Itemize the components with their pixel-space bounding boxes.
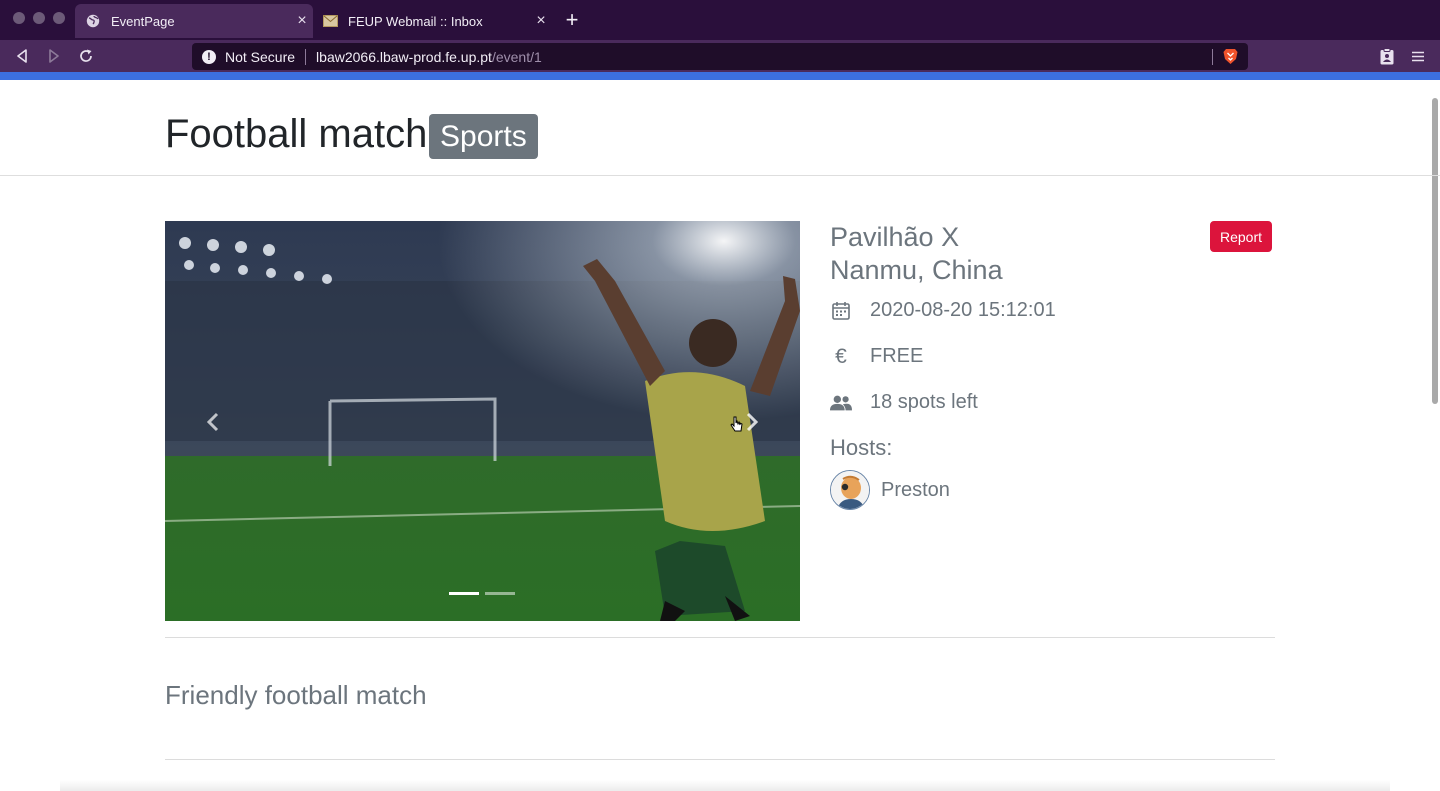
calendar-icon <box>830 300 852 322</box>
tab-title: EventPage <box>111 13 175 29</box>
carousel-indicators <box>449 592 515 595</box>
url-path[interactable]: /event/1 <box>492 49 542 65</box>
report-button[interactable]: Report <box>1210 221 1272 252</box>
address-bar[interactable]: ! Not Secure lbaw2066.lbaw-prod.fe.up.pt… <box>192 43 1248 70</box>
window-minimize-dot[interactable] <box>33 12 45 24</box>
venue-name: Pavilhão X <box>830 222 960 252</box>
footer-shadow <box>60 780 1390 791</box>
page-title: Football match <box>165 112 428 156</box>
back-icon[interactable] <box>11 45 33 67</box>
mail-icon <box>322 13 338 29</box>
event-photo <box>165 221 800 621</box>
browser-tab-bar: EventPage × FEUP Webmail :: Inbox × + <box>0 0 1440 40</box>
window-close-dot[interactable] <box>13 12 25 24</box>
carousel-indicator[interactable] <box>449 592 479 595</box>
close-icon[interactable]: × <box>291 12 313 30</box>
divider <box>165 759 1275 760</box>
tab-title: FEUP Webmail :: Inbox <box>348 13 483 29</box>
carousel-indicator[interactable] <box>485 592 515 595</box>
event-header: Football match Sports <box>0 80 1440 176</box>
event-datetime: 2020-08-20 15:12:01 <box>870 299 1056 321</box>
divider <box>165 637 1275 638</box>
event-date-row: 2020-08-20 15:12:01 <box>830 299 1056 322</box>
security-label[interactable]: Not Secure <box>225 49 295 65</box>
event-description: Friendly football match <box>165 680 427 710</box>
mouse-cursor-icon <box>730 416 743 432</box>
event-page: Football match Sports Pavilhão X Nanmu, … <box>0 80 1440 791</box>
hosts-label: Hosts: <box>830 435 893 460</box>
venue-location: Nanmu, China <box>830 255 1003 285</box>
tab-eventpage[interactable]: EventPage × <box>75 4 313 38</box>
users-icon <box>830 392 852 414</box>
new-tab-button[interactable]: + <box>560 8 584 32</box>
event-image-carousel[interactable] <box>165 221 800 621</box>
category-badge: Sports <box>429 114 538 159</box>
url-host[interactable]: lbaw2066.lbaw-prod.fe.up.pt <box>316 49 492 65</box>
reload-icon[interactable] <box>75 45 97 67</box>
wallet-icon[interactable] <box>1376 45 1398 67</box>
info-icon[interactable]: ! <box>202 49 216 64</box>
browser-toolbar: ! Not Secure lbaw2066.lbaw-prod.fe.up.pt… <box>0 40 1440 72</box>
carousel-prev-icon[interactable] <box>198 407 228 437</box>
close-icon[interactable]: × <box>530 12 552 30</box>
forward-icon[interactable] <box>43 45 65 67</box>
event-price: FREE <box>870 345 924 367</box>
brave-shield-icon[interactable] <box>1222 48 1239 65</box>
event-details: Pavilhão X Nanmu, China Report 2020-08-2… <box>830 221 1275 510</box>
host-name[interactable]: Preston <box>881 479 950 502</box>
host-item[interactable]: Preston <box>830 470 950 510</box>
spots-left: 18 spots left <box>870 391 978 413</box>
page-load-bar <box>0 72 1440 80</box>
euro-icon: € <box>835 344 847 368</box>
globe-icon <box>85 13 101 29</box>
window-zoom-dot[interactable] <box>53 12 65 24</box>
separator <box>305 48 307 65</box>
separator <box>1212 49 1213 65</box>
event-spots-row: 18 spots left <box>830 391 978 414</box>
tab-webmail[interactable]: FEUP Webmail :: Inbox × <box>312 4 552 38</box>
event-price-row: € FREE <box>830 345 923 368</box>
avatar[interactable] <box>830 470 870 510</box>
menu-icon[interactable] <box>1407 45 1429 67</box>
